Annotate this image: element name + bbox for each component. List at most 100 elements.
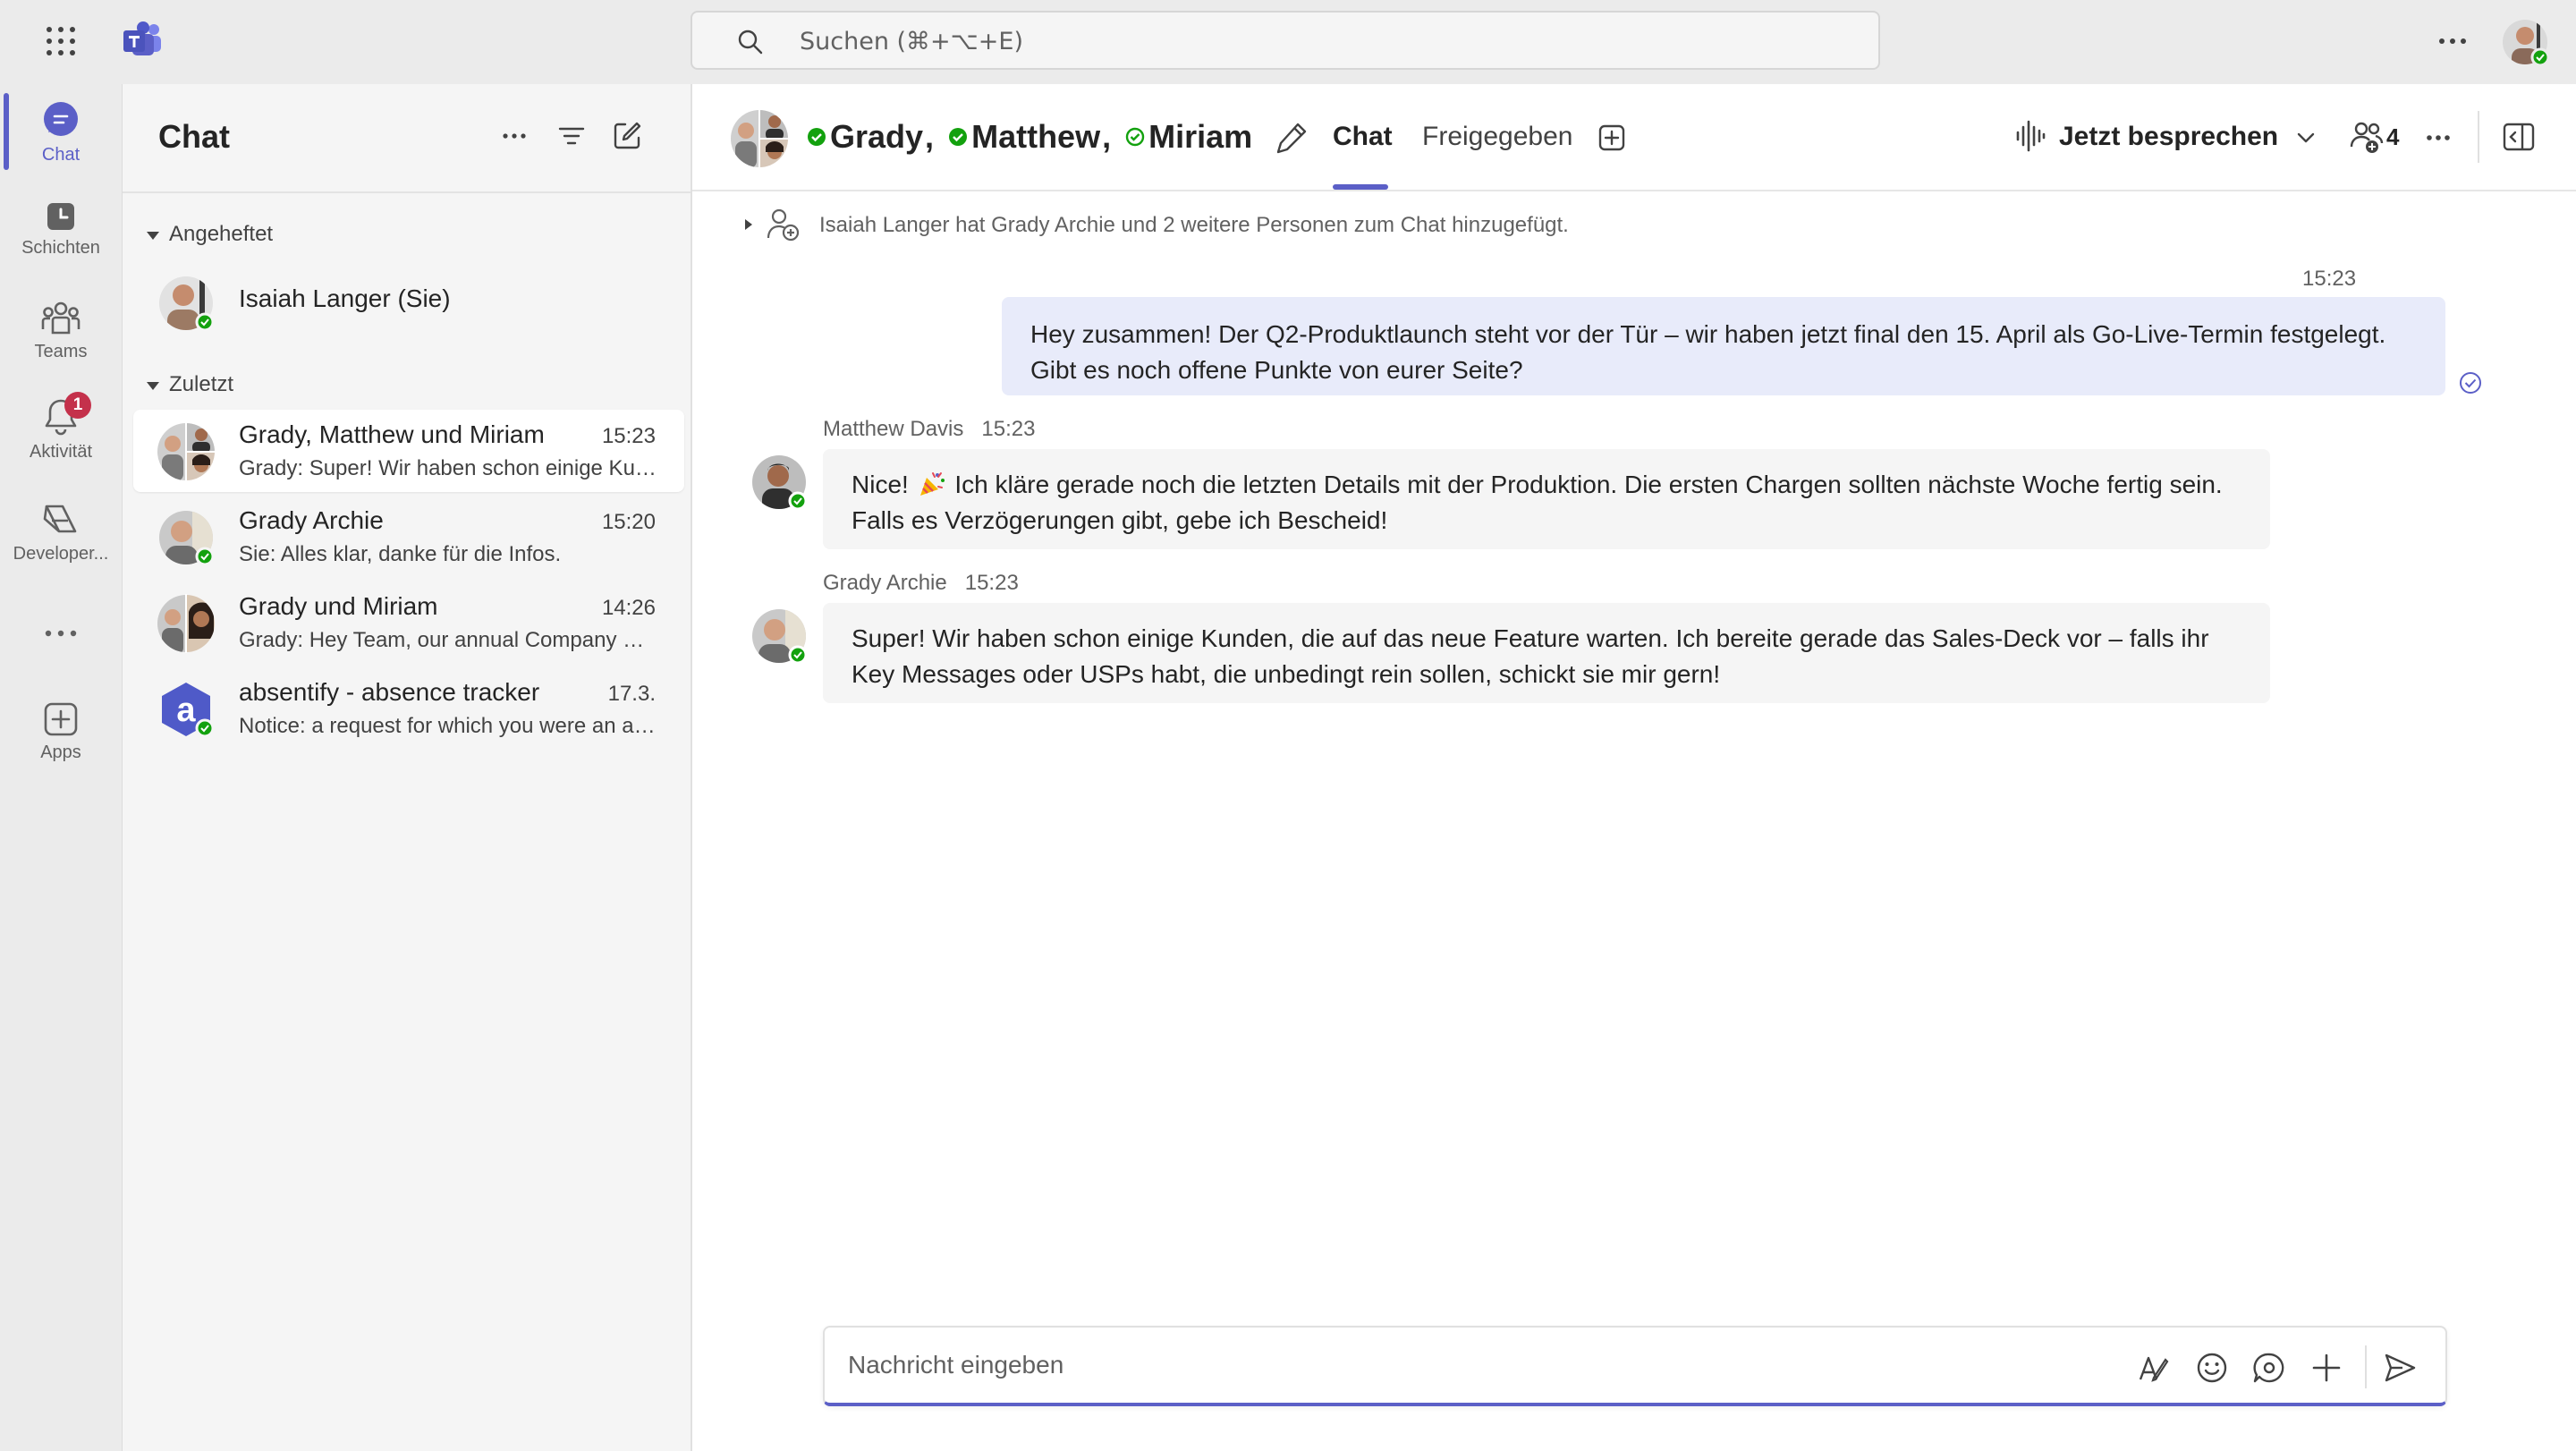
message-time: 15:23 <box>981 417 1036 441</box>
edit-name-icon[interactable] <box>1274 120 1309 156</box>
section-pinned[interactable]: Angeheftet <box>146 222 273 247</box>
caret-down-icon <box>147 231 159 240</box>
chat-row-group[interactable]: Grady, Matthew und Miriam 15:23 Grady: S… <box>133 410 684 492</box>
chat-row-self[interactable]: Isaiah Langer (Sie) <box>133 261 684 344</box>
avatar <box>752 455 808 511</box>
avatar <box>752 609 808 665</box>
rail-item-aktivitaet[interactable]: 1 Aktivität <box>0 392 122 487</box>
divider <box>2365 1345 2367 1388</box>
tab-freigegeben[interactable]: Freigegeben <box>1422 122 1572 152</box>
sent-check-icon <box>2460 372 2481 394</box>
chevron-down-icon[interactable] <box>2295 127 2317 148</box>
search-box[interactable]: Suchen (⌘+⌥+E) <box>691 11 1880 70</box>
notification-badge: 1 <box>64 392 91 419</box>
participant-name: Grady <box>830 118 924 156</box>
search-placeholder: Suchen (⌘+⌥+E) <box>800 28 1024 55</box>
message-bubble[interactable]: Nice! Ich kläre gerade noch die letzten … <box>823 449 2270 549</box>
chat-row-name: absentify - absence tracker <box>239 678 540 706</box>
available-status-icon <box>808 128 826 147</box>
section-recent[interactable]: Zuletzt <box>146 372 233 397</box>
message-time: 15:23 <box>964 571 1019 595</box>
developer-portal-icon <box>43 505 77 533</box>
chat-list-pane: Chat Angeheftet Isaiah Langer (Sie) Zule… <box>122 84 692 1451</box>
own-message-bubble[interactable]: Hey zusammen! Der Q2-Produktlaunch steht… <box>1002 297 2445 395</box>
message-bubble[interactable]: Super! Wir haben schon einige Kunden, di… <box>823 603 2270 703</box>
available-outline-status-icon <box>1125 128 1145 147</box>
message-meta: Matthew Davis 15:23 <box>823 417 1035 442</box>
participant-name: Miriam <box>1148 118 1253 156</box>
add-app-icon <box>44 702 78 736</box>
audio-waveform-icon[interactable] <box>2014 120 2046 152</box>
message-time: 15:23 <box>2302 267 2357 291</box>
section-pinned-label: Angeheftet <box>169 222 274 246</box>
send-icon[interactable] <box>2383 1351 2417 1385</box>
rail-label: Developer... <box>13 544 109 564</box>
more-options-icon[interactable] <box>2433 27 2472 55</box>
message-input[interactable] <box>848 1347 2011 1383</box>
search-icon <box>738 30 763 55</box>
absentify-logo-icon: a <box>162 683 215 738</box>
message-text-prefix: Nice! <box>852 471 909 498</box>
people-add-icon[interactable] <box>2349 120 2385 154</box>
more-options-icon[interactable] <box>498 120 530 152</box>
profile-avatar[interactable] <box>2501 18 2549 66</box>
chat-icon <box>44 102 78 136</box>
message-author: Matthew Davis <box>823 417 964 441</box>
participant-count[interactable]: 4 <box>2386 123 2399 151</box>
conversation-pane: Grady, Matthew, Miriam Chat Freigegeben … <box>692 84 2576 1451</box>
rail-label: Schichten <box>21 238 100 258</box>
message-author: Grady Archie <box>823 571 947 595</box>
rail-label: Apps <box>40 742 81 762</box>
chat-row-grady-miriam[interactable]: Grady und Miriam 14:26 Grady: Hey Team, … <box>133 581 684 664</box>
chat-row-preview: Grady: Super! Wir haben schon einige Kun… <box>239 456 659 480</box>
add-tab-icon[interactable] <box>1597 123 1626 152</box>
chat-row-preview: Sie: Alles klar, danke für die Infos. <box>239 542 562 566</box>
rail-label: Chat <box>41 145 80 165</box>
group-avatar <box>731 109 789 168</box>
participant-names[interactable]: Grady, Matthew, Miriam <box>807 116 1252 161</box>
chat-row-time: 15:23 <box>601 424 656 448</box>
chat-row-name: Grady und Miriam <box>239 592 438 620</box>
conversation-header: Grady, Matthew, Miriam Chat Freigegeben … <box>692 84 2576 191</box>
rail-item-apps[interactable]: Apps <box>0 701 122 791</box>
filter-icon[interactable] <box>555 120 588 152</box>
format-text-icon[interactable] <box>2138 1351 2172 1385</box>
title-bar: Suchen (⌘+⌥+E) <box>0 0 2576 84</box>
group-avatar <box>157 422 216 481</box>
app-rail: Chat Schichten Teams 1 Aktivität Develop… <box>0 84 122 1451</box>
message-meta: Grady Archie 15:23 <box>823 571 1019 596</box>
chat-row-preview: Notice: a request for which you were an … <box>239 714 659 738</box>
system-message: Isaiah Langer hat Grady Archie und 2 wei… <box>819 213 1569 237</box>
compose-box <box>823 1326 2447 1406</box>
chat-row-name: Isaiah Langer (Sie) <box>239 284 451 312</box>
avatar <box>159 276 215 332</box>
chat-row-time: 17.3. <box>607 682 656 706</box>
new-chat-icon[interactable] <box>611 120 643 152</box>
side-panel-icon[interactable] <box>2503 122 2535 152</box>
more-apps-icon[interactable] <box>43 628 79 639</box>
more-options-icon[interactable] <box>2424 123 2453 152</box>
message-text: Super! Wir haben schon einige Kunden, di… <box>852 624 2209 688</box>
app-launcher-icon[interactable] <box>45 25 77 57</box>
avatar <box>159 511 215 566</box>
rail-item-teams[interactable]: Teams <box>0 295 122 385</box>
caret-right-icon[interactable] <box>742 216 755 233</box>
chat-row-name: Grady Archie <box>239 506 384 534</box>
tab-chat[interactable]: Chat <box>1333 122 1393 152</box>
active-indicator <box>4 93 9 170</box>
loop-component-icon[interactable] <box>2252 1351 2286 1385</box>
divider <box>123 191 691 193</box>
rail-item-schichten[interactable]: Schichten <box>0 191 122 281</box>
emoji-icon[interactable] <box>2195 1351 2229 1385</box>
add-icon[interactable] <box>2309 1351 2343 1385</box>
chat-row-grady[interactable]: Grady Archie 15:20 Sie: Alles klar, dank… <box>133 496 684 578</box>
teams-icon <box>41 301 80 335</box>
meet-now-button[interactable]: Jetzt besprechen <box>2059 122 2278 152</box>
message-text: Ich kläre gerade noch die letzten Detail… <box>852 471 2223 534</box>
caret-down-icon <box>147 381 159 390</box>
chat-row-time: 15:20 <box>601 510 656 534</box>
rail-item-developer[interactable]: Developer... <box>0 497 122 587</box>
chat-row-absentify[interactable]: a absentify - absence tracker 17.3. Noti… <box>133 667 684 750</box>
participant-name: Matthew <box>971 118 1101 156</box>
rail-item-chat[interactable]: Chat <box>0 84 122 174</box>
